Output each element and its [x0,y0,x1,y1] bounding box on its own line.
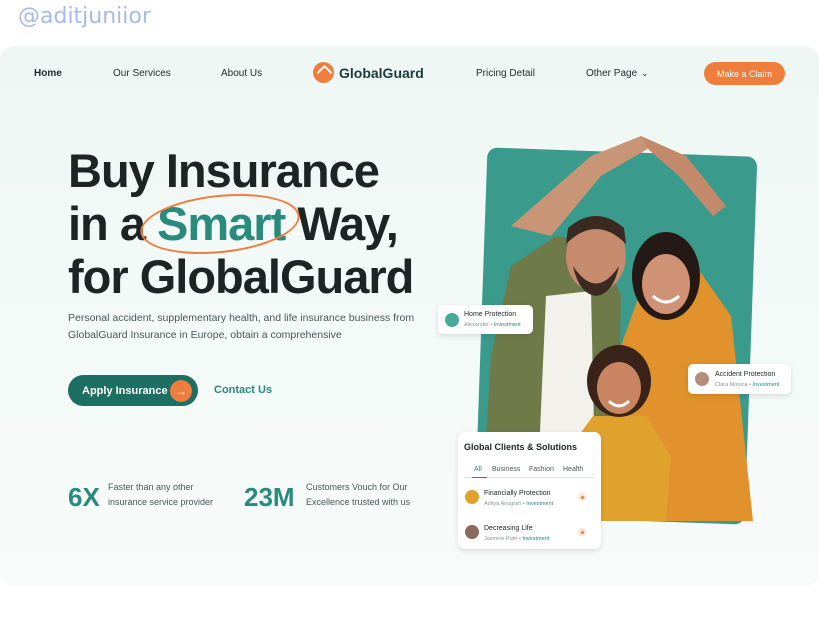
accident-protection-sub: Clara Monica • Investment [715,382,780,388]
brand-name: GlobalGuard [339,64,424,81]
hero-title-line-3: for GlobalGuard [68,250,414,303]
list-item-sub: Aditya Anugrah • Investment [484,501,554,507]
avatar [465,525,479,539]
list-item-tag: Investment [526,501,554,507]
hero-section: Home Our Services About Us GlobalGuard P… [0,46,819,586]
avatar [465,490,479,504]
list-item-tag: Investment [522,536,550,542]
status-dot-icon [578,528,586,536]
home-protection-tag: Investment [493,322,521,328]
tab-business[interactable]: Business [492,466,520,473]
home-protection-person: Alexander [464,322,489,328]
avatar [695,372,709,386]
accident-protection-card[interactable]: Accident Protection Clara Monica • Inves… [688,364,791,394]
accident-protection-person: Clara Monica [715,382,748,388]
home-protection-title: Home Protection [464,311,517,318]
top-nav: Home Our Services About Us GlobalGuard P… [0,46,819,102]
global-clients-card: Global Clients & Solutions All Business … [458,432,601,549]
stat-23m-value: 23M [244,482,295,512]
list-item-title: Financially Protection [484,490,551,497]
home-protection-card[interactable]: Home Protection Alexander • Investment [438,305,533,334]
arrow-right-icon[interactable]: → [170,380,192,402]
stat-6x-value: 6X [68,482,100,512]
hero-description: Personal accident, supplementary health,… [68,312,415,341]
active-tab-indicator [472,477,487,478]
shield-logo-icon [313,62,334,83]
avatar [445,313,459,327]
make-claim-button[interactable]: Make a Claim [704,62,785,85]
nav-about-us[interactable]: About Us [221,68,262,79]
nav-pricing-detail[interactable]: Pricing Detail [476,68,535,79]
tab-all[interactable]: All [474,466,482,473]
clients-card-title: Global Clients & Solutions [464,442,578,452]
hero-title-line-1: Buy Insurance [68,144,380,197]
tab-health[interactable]: Health [563,466,583,473]
accident-protection-title: Accident Protection [715,371,776,378]
nav-our-services[interactable]: Our Services [113,68,171,79]
list-item-person: Aditya Anugrah [484,501,522,507]
accident-protection-tag: Investment [752,382,780,388]
brand-logo[interactable]: GlobalGuard [313,62,424,83]
status-dot-icon [578,493,586,501]
contact-us-link[interactable]: Contact Us [214,384,272,396]
home-protection-sub: Alexander • Investment [464,322,521,328]
list-item-title: Decreasing Life [484,525,533,532]
list-item-person: Jasmine Putri [484,536,518,542]
watermark: @aditjuniior [18,4,151,29]
stat-23m-text: Customers Vouch for Our Excellence trust… [306,482,411,507]
list-item-sub: Jasmine Putri • Investment [484,536,550,542]
hero-title-way: Way, [285,197,398,250]
chevron-down-icon[interactable]: ⌄ [641,68,649,79]
nav-home[interactable]: Home [34,68,62,79]
nav-other-page[interactable]: Other Page [586,68,637,79]
tab-fashion[interactable]: Fashion [529,466,554,473]
stat-6x-text: Faster than any other insurance service … [108,482,214,507]
